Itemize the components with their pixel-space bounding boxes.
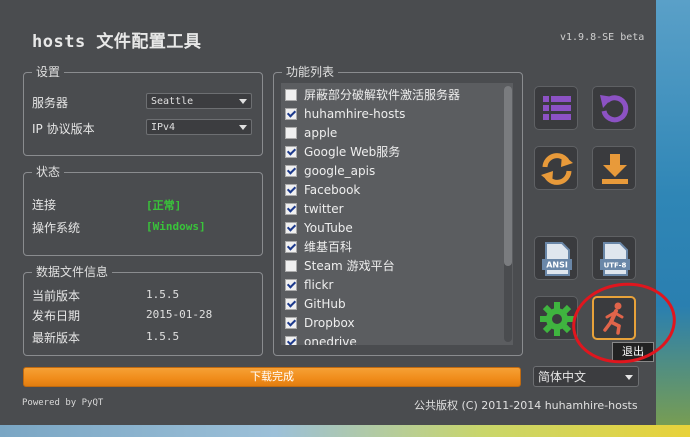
list-item[interactable]: onedrive xyxy=(285,332,357,345)
export-utf8-button[interactable]: UTF-8 xyxy=(592,236,636,280)
checkbox[interactable] xyxy=(285,202,297,215)
list-item[interactable]: twitter xyxy=(285,199,344,218)
list-item-label: Facebook xyxy=(304,182,361,197)
list-item-label: Steam 游戏平台 xyxy=(304,259,395,273)
list-item[interactable]: Dropbox xyxy=(285,313,355,332)
connection-status: [正常] xyxy=(146,199,182,212)
list-item[interactable]: Facebook xyxy=(285,180,360,199)
release-date-value: 2015-01-28 xyxy=(146,308,213,321)
server-label: 服务器 xyxy=(32,96,69,110)
list-item[interactable]: YouTube xyxy=(285,218,353,237)
app-window: hosts 文件配置工具 v1.9.8-SE beta 设置 服务器 Seatt… xyxy=(0,0,656,425)
utf8-file-icon: UTF-8 xyxy=(600,242,630,276)
restore-button[interactable] xyxy=(592,86,636,130)
checkbox[interactable] xyxy=(285,164,297,177)
ansi-file-icon: ANSI xyxy=(542,242,572,276)
checkbox[interactable] xyxy=(285,107,297,120)
checkbox[interactable] xyxy=(285,221,297,234)
list-item[interactable]: flickr xyxy=(285,275,333,294)
list-item-label: GitHub xyxy=(304,296,346,311)
ip-version-select[interactable]: IPv4 xyxy=(146,119,252,135)
current-version-value: 1.5.5 xyxy=(146,288,180,301)
list-item[interactable]: huhamhire-hosts xyxy=(285,104,405,123)
refresh-button[interactable] xyxy=(534,146,578,190)
list-item-label: Dropbox xyxy=(304,315,355,330)
list-item[interactable]: 维基百科 xyxy=(285,237,352,256)
ip-version-select-value: IPv4 xyxy=(151,122,176,133)
checkbox[interactable] xyxy=(285,240,297,253)
latest-version-label: 最新版本 xyxy=(32,331,81,345)
list-item-label: 维基百科 xyxy=(304,240,353,254)
release-date-label: 发布日期 xyxy=(32,309,81,323)
list-item[interactable]: google_apis xyxy=(285,161,375,180)
functions-scrollbar[interactable] xyxy=(504,86,512,342)
checkbox[interactable] xyxy=(285,126,297,139)
list-item[interactable]: Google Web服务 xyxy=(285,142,400,161)
list-item-label: YouTube xyxy=(304,220,353,235)
app-version: v1.9.8-SE beta xyxy=(560,32,645,43)
list-item-label: Google Web服务 xyxy=(304,145,401,159)
undo-icon xyxy=(600,95,629,123)
progress-label: 下载完成 xyxy=(250,370,294,383)
list-item-label: apple xyxy=(304,125,338,140)
settings-group: 设置 xyxy=(23,64,263,156)
desktop-background xyxy=(656,0,690,437)
status-group: 状态 xyxy=(23,164,263,256)
list-item-label: huhamhire-hosts xyxy=(304,106,406,121)
list-item[interactable]: GitHub xyxy=(285,294,346,313)
ansi-label: ANSI xyxy=(546,261,568,270)
checkbox[interactable] xyxy=(285,259,297,272)
refresh-icon xyxy=(541,153,573,185)
checkbox[interactable] xyxy=(285,278,297,291)
list-item-label: flickr xyxy=(304,277,334,292)
chevron-down-icon xyxy=(239,99,247,104)
os-label: 操作系统 xyxy=(32,221,81,235)
current-version-label: 当前版本 xyxy=(32,289,81,303)
scrollbar-thumb[interactable] xyxy=(504,86,512,266)
settings-button[interactable] xyxy=(534,296,578,340)
language-select-value: 简体中文 xyxy=(538,370,587,384)
checkbox[interactable] xyxy=(285,297,297,310)
list-icon xyxy=(543,96,571,120)
function-list-button[interactable] xyxy=(534,86,578,130)
checkbox[interactable] xyxy=(285,183,297,196)
utf8-label: UTF-8 xyxy=(604,262,627,270)
ip-version-label: IP 协议版本 xyxy=(32,122,95,136)
chevron-down-icon xyxy=(625,375,633,380)
server-select-value: Seattle xyxy=(151,96,194,107)
language-select[interactable]: 简体中文 xyxy=(533,366,639,387)
download-button[interactable] xyxy=(592,146,636,190)
latest-version-value: 1.5.5 xyxy=(146,330,180,343)
download-progress-bar: 下载完成 xyxy=(23,367,521,387)
checkbox[interactable] xyxy=(285,335,297,345)
checkbox[interactable] xyxy=(285,88,297,101)
list-item-label: twitter xyxy=(304,201,344,216)
functions-list[interactable]: 屏蔽部分破解软件激活服务器 huhamhire-hosts apple Google … xyxy=(281,83,513,345)
chevron-down-icon xyxy=(239,125,247,130)
list-item[interactable]: Steam 游戏平台 xyxy=(285,256,395,275)
datafile-group-title: 数据文件信息 xyxy=(32,264,113,280)
copyright-text: 公共版权 (C) 2011-2014 huhamhire-hosts xyxy=(414,399,638,412)
connection-label: 连接 xyxy=(32,198,57,212)
functions-group-title: 功能列表 xyxy=(282,64,339,80)
app-title: hosts 文件配置工具 xyxy=(32,32,202,52)
download-icon xyxy=(602,154,628,184)
list-item-label: onedrive xyxy=(304,334,357,346)
list-item[interactable]: apple xyxy=(285,123,337,142)
status-group-title: 状态 xyxy=(32,164,65,180)
list-item[interactable]: 屏蔽部分破解软件激活服务器 xyxy=(285,85,460,104)
settings-group-title: 设置 xyxy=(32,64,65,80)
powered-by-text: Powered by PyQT xyxy=(22,398,104,408)
checkbox[interactable] xyxy=(285,145,297,158)
checkbox[interactable] xyxy=(285,316,297,329)
list-item-label: google_apis xyxy=(304,163,376,178)
server-select[interactable]: Seattle xyxy=(146,93,252,109)
export-ansi-button[interactable]: ANSI xyxy=(534,236,578,280)
desktop-taskbar-strip xyxy=(0,425,690,437)
os-value: [Windows] xyxy=(146,220,206,233)
list-item-label: 屏蔽部分破解软件激活服务器 xyxy=(304,88,461,102)
